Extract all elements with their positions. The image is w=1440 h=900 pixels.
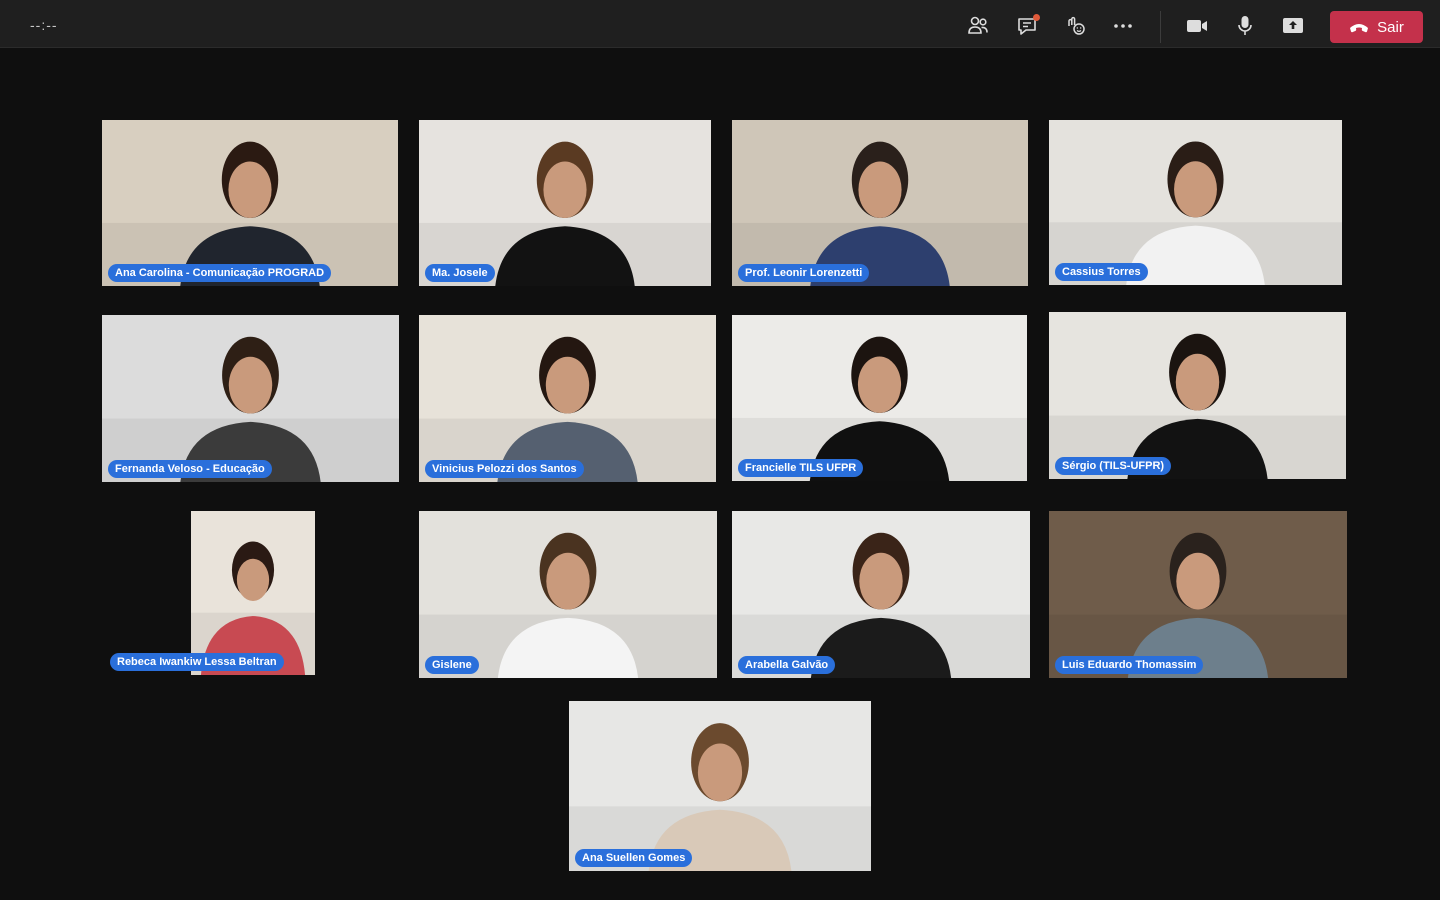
- toolbar-divider: [1160, 11, 1161, 43]
- participant-video: [569, 701, 871, 871]
- participant-face: [236, 558, 270, 601]
- participant-face: [545, 356, 590, 414]
- video-tile[interactable]: Arabella Galvão: [732, 511, 1030, 678]
- participant-video: [1049, 120, 1342, 285]
- video-tile[interactable]: Gislene: [419, 511, 717, 678]
- camera-button[interactable]: [1183, 12, 1211, 40]
- participant-face: [228, 161, 272, 218]
- share-screen-icon: [1283, 18, 1303, 33]
- participant-name: Gislene: [425, 656, 479, 674]
- call-timer: --:--: [30, 17, 58, 33]
- people-icon: [968, 16, 988, 34]
- participant-name: Sérgio (TILS-UFPR): [1055, 457, 1172, 475]
- participant-face: [697, 743, 743, 802]
- participant-name: Cassius Torres: [1055, 263, 1148, 281]
- participant-video: [419, 511, 717, 678]
- participant-name: Francielle TILS UFPR: [738, 459, 864, 477]
- participant-video: [102, 120, 398, 286]
- participant-name: Ana Carolina - Comunicação PROGRAD: [108, 264, 332, 282]
- microphone-button[interactable]: [1231, 12, 1259, 40]
- participant-face: [543, 161, 587, 218]
- participant-video: [102, 315, 399, 482]
- reactions-icon: [1068, 16, 1085, 35]
- participant-video: [191, 511, 315, 675]
- microphone-icon: [1238, 16, 1252, 35]
- more-options-button[interactable]: [1109, 12, 1137, 40]
- participant-face: [1175, 353, 1220, 411]
- more-options-icon: [1114, 24, 1132, 28]
- leave-button[interactable]: Sair: [1330, 11, 1423, 43]
- participant-name: Ma. Josele: [425, 264, 495, 282]
- participant-video: [732, 120, 1028, 286]
- participant-video: [419, 315, 716, 482]
- participant-video: [419, 120, 711, 286]
- video-tile[interactable]: Ana Suellen Gomes: [569, 701, 871, 871]
- participant-face: [859, 552, 903, 610]
- participant-name: Luis Eduardo Thomassim: [1055, 656, 1204, 674]
- participant-name: Vinicius Pelozzi dos Santos: [425, 460, 584, 478]
- video-tile[interactable]: Cassius Torres: [1049, 120, 1342, 285]
- video-tile[interactable]: Ma. Josele: [419, 120, 711, 286]
- video-tile[interactable]: [191, 511, 315, 675]
- video-tile[interactable]: Francielle TILS UFPR: [732, 315, 1027, 481]
- chat-button[interactable]: [1013, 12, 1041, 40]
- participant-name: Prof. Leonir Lorenzetti: [738, 264, 870, 282]
- video-tile[interactable]: Prof. Leonir Lorenzetti: [732, 120, 1028, 286]
- leave-label: Sair: [1377, 18, 1404, 36]
- video-tile[interactable]: Ana Carolina - Comunicação PROGRAD: [102, 120, 398, 286]
- participant-name: Rebeca Iwankiw Lessa Beltran: [110, 653, 284, 671]
- participant-face: [1174, 161, 1217, 218]
- participant-video: [1049, 312, 1346, 479]
- participant-video: [732, 315, 1027, 481]
- hang-up-icon: [1350, 24, 1369, 33]
- participant-face: [228, 356, 273, 414]
- share-screen-button[interactable]: [1279, 12, 1307, 40]
- video-tile[interactable]: Fernanda Veloso - Educação: [102, 315, 399, 482]
- video-tile[interactable]: Luis Eduardo Thomassim: [1049, 511, 1347, 678]
- participant-face: [857, 356, 902, 413]
- participant-video: [1049, 511, 1347, 678]
- participant-video: [732, 511, 1030, 678]
- participant-face: [1176, 552, 1220, 610]
- participant-face: [546, 552, 590, 610]
- video-tile[interactable]: Vinicius Pelozzi dos Santos: [419, 315, 716, 482]
- people-button[interactable]: [964, 12, 992, 40]
- video-tile[interactable]: Sérgio (TILS-UFPR): [1049, 312, 1346, 479]
- chat-notification-dot: [1033, 14, 1040, 21]
- reactions-button[interactable]: [1061, 12, 1089, 40]
- participant-face: [858, 161, 902, 218]
- participant-name: Ana Suellen Gomes: [575, 849, 693, 867]
- camera-icon: [1187, 20, 1207, 32]
- participant-name: Fernanda Veloso - Educação: [108, 460, 272, 478]
- participant-name: Arabella Galvão: [738, 656, 836, 674]
- meeting-toolbar: --:-- Sair: [0, 0, 1440, 48]
